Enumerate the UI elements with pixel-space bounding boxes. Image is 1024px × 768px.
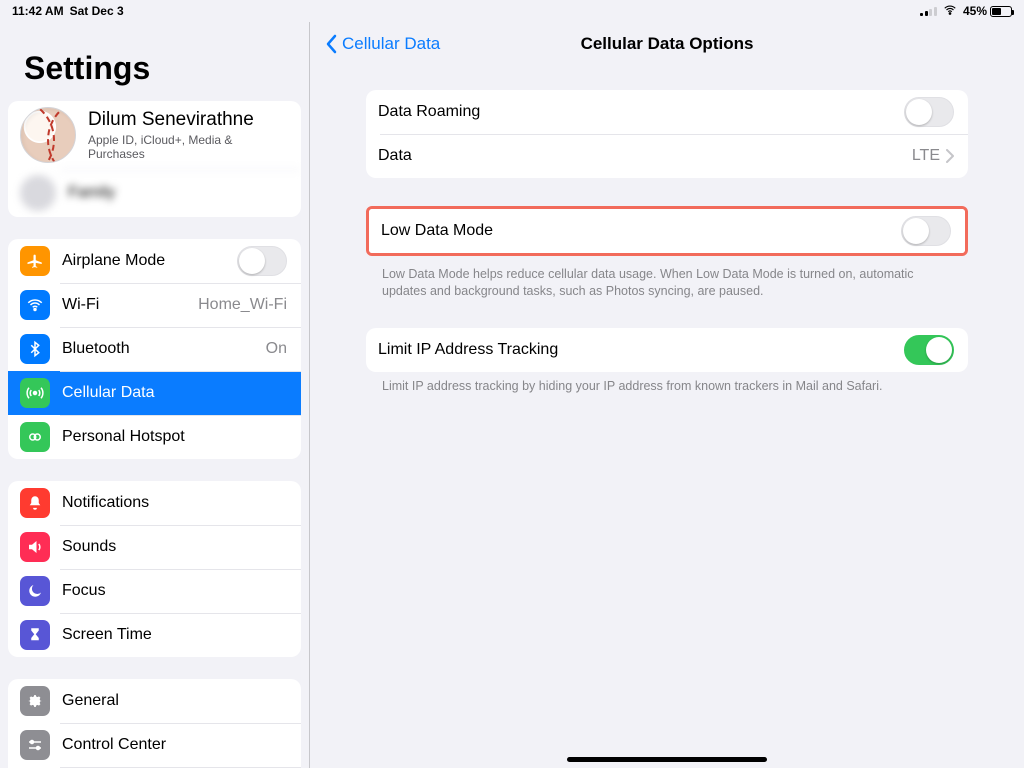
bluetooth-value: On (266, 340, 287, 358)
group-data: Data Roaming Data LTE (366, 90, 968, 178)
moon-icon (20, 576, 50, 606)
airplane-label: Airplane Mode (62, 252, 237, 270)
sidebar-item-general[interactable]: General (8, 679, 301, 723)
low-data-footer: Low Data Mode helps reduce cellular data… (366, 260, 968, 300)
status-bar: 11:42 AM Sat Dec 3 45% (0, 0, 1024, 22)
wifi-label: Wi-Fi (62, 296, 190, 314)
back-button[interactable]: Cellular Data (324, 34, 440, 54)
battery-percent: 45% (963, 4, 987, 18)
screentime-label: Screen Time (62, 626, 287, 644)
gear-icon (20, 686, 50, 716)
sidebar-item-cellular[interactable]: Cellular Data (8, 371, 301, 415)
sidebar-item-sounds[interactable]: Sounds (8, 525, 301, 569)
data-value: LTE (912, 147, 940, 165)
cellular-label: Cellular Data (62, 384, 287, 402)
cell-signal-icon (920, 6, 937, 16)
chevron-left-icon (324, 34, 338, 54)
row-data[interactable]: Data LTE (366, 134, 968, 178)
hotspot-icon (20, 422, 50, 452)
limit-ip-label: Limit IP Address Tracking (378, 341, 904, 359)
wifi-value: Home_Wi-Fi (198, 296, 287, 314)
sidebar-item-focus[interactable]: Focus (8, 569, 301, 613)
row-limit-ip[interactable]: Limit IP Address Tracking (366, 328, 968, 372)
apple-id-subtitle: Apple ID, iCloud+, Media & Purchases (88, 133, 287, 161)
sidebar-item-bluetooth[interactable]: Bluetooth On (8, 327, 301, 371)
hotspot-label: Personal Hotspot (62, 428, 287, 446)
sidebar-item-screentime[interactable]: Screen Time (8, 613, 301, 657)
sidebar-item-notifications[interactable]: Notifications (8, 481, 301, 525)
nav-title: Cellular Data Options (581, 34, 754, 54)
hourglass-icon (20, 620, 50, 650)
wifi-icon (20, 290, 50, 320)
airplane-icon (20, 246, 50, 276)
controlcenter-label: Control Center (62, 736, 287, 754)
data-roaming-toggle[interactable] (904, 97, 954, 127)
sidebar-item-airplane[interactable]: Airplane Mode (8, 239, 301, 283)
sidebar-group-alerts: Notifications Sounds Focus Screen Time (8, 481, 301, 657)
bluetooth-icon (20, 334, 50, 364)
apple-id-card: Dilum Senevirathne Apple ID, iCloud+, Me… (8, 101, 301, 217)
low-data-toggle[interactable] (901, 216, 951, 246)
settings-sidebar: Settings Dilum Senevirathne Apple ID, iC… (0, 22, 310, 768)
group-low-data: Low Data Mode Low Data Mode helps reduce… (366, 206, 968, 300)
sliders-icon (20, 730, 50, 760)
sidebar-item-wifi[interactable]: Wi-Fi Home_Wi-Fi (8, 283, 301, 327)
airplane-toggle[interactable] (237, 246, 287, 276)
focus-label: Focus (62, 582, 287, 600)
family-row[interactable]: Family (8, 169, 301, 217)
wifi-icon (943, 3, 957, 20)
sidebar-group-connectivity: Airplane Mode Wi-Fi Home_Wi-Fi Bluetooth… (8, 239, 301, 459)
sounds-label: Sounds (62, 538, 287, 556)
low-data-label: Low Data Mode (381, 222, 901, 240)
battery-icon (990, 6, 1012, 17)
home-indicator[interactable] (567, 757, 767, 762)
limit-ip-toggle[interactable] (904, 335, 954, 365)
bell-icon (20, 488, 50, 518)
family-avatar (20, 175, 56, 211)
sidebar-group-general: General Control Center AA Display & Brig… (8, 679, 301, 768)
group-limit-ip: Limit IP Address Tracking Limit IP addre… (366, 328, 968, 395)
highlight-annotation: Low Data Mode (366, 206, 968, 256)
speaker-icon (20, 532, 50, 562)
nav-bar: Cellular Data Cellular Data Options (310, 22, 1024, 66)
avatar (20, 107, 76, 163)
apple-id-row[interactable]: Dilum Senevirathne Apple ID, iCloud+, Me… (8, 101, 301, 169)
general-label: General (62, 692, 287, 710)
row-data-roaming[interactable]: Data Roaming (366, 90, 968, 134)
apple-id-name: Dilum Senevirathne (88, 109, 287, 131)
sidebar-item-hotspot[interactable]: Personal Hotspot (8, 415, 301, 459)
status-time: 11:42 AM (12, 4, 64, 18)
family-label: Family (68, 184, 287, 202)
row-low-data-mode[interactable]: Low Data Mode (369, 209, 965, 253)
cellular-icon (20, 378, 50, 408)
notifications-label: Notifications (62, 494, 287, 512)
page-title: Settings (8, 38, 301, 101)
back-label: Cellular Data (342, 34, 440, 54)
chevron-right-icon (946, 149, 954, 163)
status-date: Sat Dec 3 (70, 4, 124, 18)
data-label: Data (378, 147, 904, 165)
bluetooth-label: Bluetooth (62, 340, 258, 358)
data-roaming-label: Data Roaming (378, 103, 904, 121)
detail-pane: Cellular Data Cellular Data Options Data… (310, 22, 1024, 768)
limit-ip-footer: Limit IP address tracking by hiding your… (366, 372, 968, 395)
sidebar-item-controlcenter[interactable]: Control Center (8, 723, 301, 767)
battery-indicator: 45% (963, 4, 1012, 18)
